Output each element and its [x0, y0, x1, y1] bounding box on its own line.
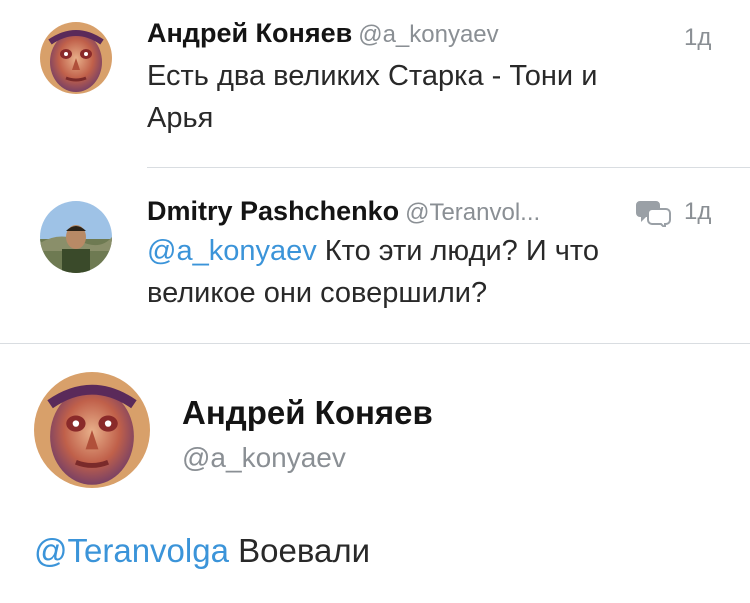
timestamp: 1д [684, 24, 712, 51]
tweet-1[interactable]: Андрей Коняев @a_konyaev 1д Есть два вели… [0, 0, 750, 168]
author-handle[interactable]: @a_konyaev [358, 21, 498, 48]
author-avatar[interactable] [40, 201, 112, 273]
author-handle[interactable]: @a_konyaev [182, 442, 346, 474]
timestamp: 1д [684, 198, 712, 225]
tweet-text-part: Кто эти люди? И что [316, 235, 599, 267]
mention-link[interactable]: @Teranvolga [34, 532, 229, 569]
tweet-text-line: @a_konyaev Кто эти люди? И что [147, 230, 599, 272]
author-avatar[interactable] [34, 372, 150, 488]
author-name-text: Dmitry Pashchenko [147, 196, 400, 226]
conversation-bubbles-icon [636, 197, 672, 231]
tweet-text-line: Арья [147, 102, 214, 134]
author-handle[interactable]: @Teranvol... [405, 199, 540, 226]
mention-link[interactable]: @a_konyaev [147, 235, 317, 267]
tweet-2[interactable]: Dmitry Pashchenko @Teranvol... 1д @a_kony… [0, 168, 750, 343]
tweet-text: @a_konyaev Кто эти люди? И что великое о… [147, 230, 599, 314]
author-name[interactable]: Dmitry Pashchenko @Teranvol... [147, 196, 540, 227]
tweet-text-part: Воевали [228, 532, 371, 569]
author-avatar[interactable] [40, 22, 112, 94]
author-name-text: Андрей Коняев [147, 18, 353, 48]
tweet-text: Есть два великих Старка - Тони и Арья [147, 55, 597, 139]
tweet-text-line: Есть два великих Старка - Тони и [147, 60, 598, 92]
focused-tweet: Андрей Коняев @a_konyaev @Teranvolga Вое… [0, 344, 750, 603]
author-name[interactable]: Андрей Коняев @a_konyaev [147, 18, 499, 49]
author-name[interactable]: Андрей Коняев [182, 394, 433, 432]
tweet-text-line: великое они совершили? [147, 277, 488, 309]
tweet-text: @Teranvolga Воевали [34, 532, 370, 570]
